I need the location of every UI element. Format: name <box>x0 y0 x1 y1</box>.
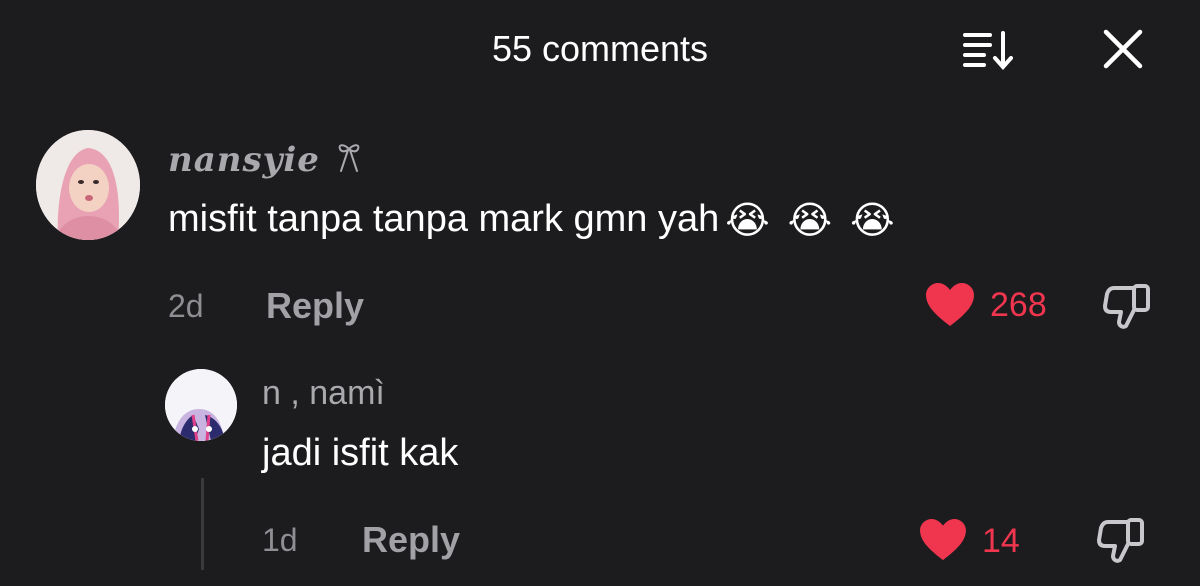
reply-avatar[interactable] <box>165 369 237 441</box>
avatar-image <box>165 369 237 441</box>
comment-age: 2d <box>168 288 204 324</box>
thread-line <box>201 478 204 570</box>
thumbs-down-icon <box>1103 284 1150 329</box>
close-icon <box>1103 29 1143 69</box>
avatar[interactable] <box>36 130 140 240</box>
emoji-crying: 😭 <box>725 200 770 243</box>
reply-text: jadi isfit kak <box>262 432 459 474</box>
comment-username[interactable]: nansyie <box>168 140 363 180</box>
reply-button[interactable]: Reply <box>266 285 364 327</box>
bow-icon <box>338 144 360 172</box>
username-text: nansyie <box>168 140 320 180</box>
reply-username[interactable]: n , namì <box>262 374 385 413</box>
reply-dislike-button[interactable] <box>1096 516 1148 569</box>
reply-reply-button[interactable]: Reply <box>362 519 460 561</box>
heart-icon <box>920 518 966 561</box>
dislike-button[interactable] <box>1102 282 1154 335</box>
reply-like-button[interactable] <box>918 518 968 567</box>
emoji-crying: 😭 <box>787 200 833 243</box>
avatar-image <box>36 130 140 240</box>
comment-text-body: misfit tanpa tanpa mark gmn yah <box>168 198 720 240</box>
comment-text: misfit tanpa tanpa mark gmn yah 😭 😭 😭 <box>168 198 894 243</box>
heart-icon <box>926 283 974 326</box>
emoji-crying: 😭 <box>850 200 895 243</box>
like-button[interactable] <box>924 282 976 333</box>
sort-icon <box>963 31 1013 71</box>
page-title: 55 comments <box>491 28 709 69</box>
like-count: 268 <box>990 286 1047 324</box>
close-button[interactable] <box>1098 24 1148 74</box>
reply-age: 1d <box>262 522 298 558</box>
sort-button[interactable] <box>960 26 1020 72</box>
thumbs-down-icon <box>1097 518 1144 563</box>
reply-like-count: 14 <box>982 522 1020 560</box>
